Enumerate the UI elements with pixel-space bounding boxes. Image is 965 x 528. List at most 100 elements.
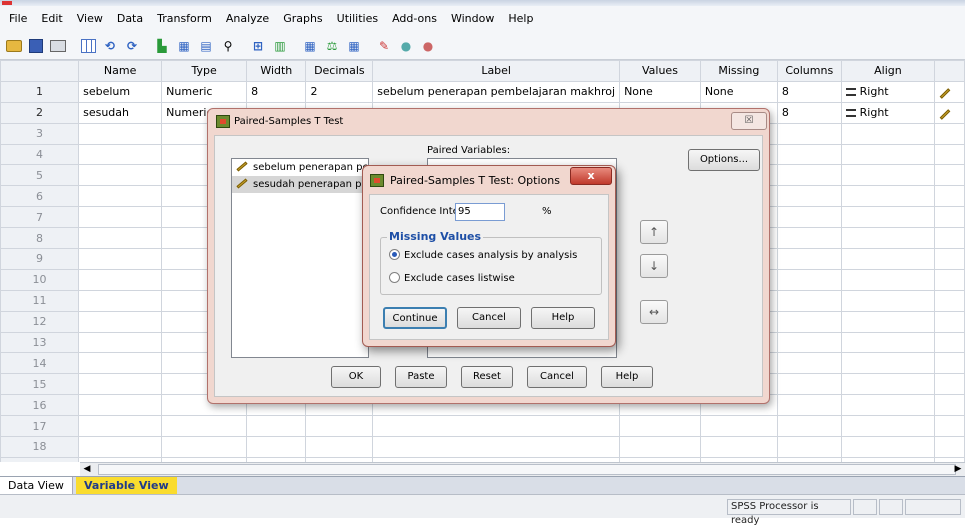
empty-cell[interactable] [161, 415, 248, 438]
cell-values[interactable]: None [619, 80, 701, 103]
empty-cell[interactable] [934, 206, 965, 229]
cell-measure[interactable] [934, 101, 965, 124]
empty-cell[interactable] [840, 185, 936, 208]
ok-button[interactable]: OK [331, 366, 381, 388]
cell-align[interactable]: Right [840, 101, 936, 124]
row-number[interactable]: 14 [0, 352, 80, 375]
variables-icon[interactable]: ▤ [196, 36, 216, 56]
empty-cell[interactable] [934, 436, 965, 458]
empty-cell[interactable] [78, 143, 163, 166]
row-number[interactable]: 12 [0, 310, 80, 333]
row-number[interactable]: 19 [0, 456, 80, 462]
empty-cell[interactable] [78, 206, 163, 229]
empty-cell[interactable] [840, 373, 936, 396]
split-file-icon[interactable]: ▦ [300, 36, 320, 56]
swap-icon[interactable]: ↔ [640, 300, 668, 324]
row-number[interactable]: 18 [0, 436, 80, 458]
empty-cell[interactable] [776, 331, 842, 354]
paste-button[interactable]: Paste [395, 366, 447, 388]
empty-cell[interactable] [699, 415, 778, 438]
empty-cell[interactable] [934, 415, 965, 438]
empty-cell[interactable] [934, 310, 965, 333]
empty-cell[interactable] [372, 436, 621, 458]
menu-graphs[interactable]: Graphs [276, 6, 329, 32]
exclude-analysis-radio[interactable]: Exclude cases analysis by analysis [389, 249, 577, 261]
empty-cell[interactable] [161, 436, 248, 458]
menu-transform[interactable]: Transform [150, 6, 219, 32]
cell-name[interactable]: sesudah [78, 101, 163, 124]
row-number[interactable]: 16 [0, 394, 80, 417]
save-disk-icon[interactable] [26, 36, 46, 56]
cancel-button[interactable]: Cancel [457, 307, 521, 329]
tab-data-view[interactable]: Data View [0, 477, 73, 495]
col-header-label[interactable]: Label [372, 60, 621, 82]
row-number[interactable]: 9 [0, 248, 80, 270]
col-header-columns[interactable]: Columns [776, 60, 842, 82]
cell-label[interactable]: sebelum penerapan pembelajaran makhroj [372, 80, 621, 103]
menu-addons[interactable]: Add-ons [385, 6, 444, 32]
col-header-name[interactable]: Name [78, 60, 163, 82]
col-header-missing[interactable]: Missing [699, 60, 778, 82]
undo-icon[interactable]: ⟲ [100, 36, 120, 56]
empty-cell[interactable] [840, 268, 936, 291]
empty-cell[interactable] [776, 352, 842, 375]
menu-analyze[interactable]: Analyze [219, 6, 276, 32]
empty-cell[interactable] [840, 227, 936, 250]
empty-cell[interactable] [305, 436, 374, 458]
row-number[interactable]: 7 [0, 206, 80, 229]
empty-cell[interactable] [78, 310, 163, 333]
menu-edit[interactable]: Edit [34, 6, 69, 32]
insert-variable-icon[interactable]: ▥ [270, 36, 290, 56]
row-number[interactable]: 8 [0, 227, 80, 250]
dialog-recall-icon[interactable] [78, 36, 98, 56]
col-header-width[interactable]: Width [246, 60, 307, 82]
empty-cell[interactable] [934, 122, 965, 145]
empty-cell[interactable] [934, 289, 965, 312]
empty-cell[interactable] [840, 289, 936, 312]
confidence-interval-input[interactable]: 95 [455, 203, 505, 221]
row-number[interactable]: 5 [0, 164, 80, 187]
exclude-listwise-radio[interactable]: Exclude cases listwise [389, 272, 515, 284]
empty-cell[interactable] [776, 185, 842, 208]
cell-type[interactable]: Numeric [161, 80, 248, 103]
empty-cell[interactable] [776, 143, 842, 166]
row-number[interactable]: 3 [0, 122, 80, 145]
row-number[interactable]: 15 [0, 373, 80, 396]
move-down-icon[interactable]: ↓ [640, 254, 668, 278]
empty-cell[interactable] [246, 415, 307, 438]
insert-cases-icon[interactable]: ⊞ [248, 36, 268, 56]
empty-cell[interactable] [78, 227, 163, 250]
empty-cell[interactable] [934, 352, 965, 375]
empty-cell[interactable] [776, 436, 842, 458]
empty-cell[interactable] [840, 206, 936, 229]
empty-cell[interactable] [78, 289, 163, 312]
empty-cell[interactable] [78, 248, 163, 270]
empty-cell[interactable] [78, 394, 163, 417]
redo-icon[interactable]: ⟳ [122, 36, 142, 56]
cell-columns[interactable]: 8 [776, 80, 842, 103]
empty-cell[interactable] [776, 289, 842, 312]
menu-file[interactable]: File [2, 6, 34, 32]
empty-cell[interactable] [934, 185, 965, 208]
cell-width[interactable]: 8 [246, 80, 307, 103]
weight-cases-icon[interactable]: ⚖ [322, 36, 342, 56]
menu-view[interactable]: View [70, 6, 110, 32]
empty-cell[interactable] [840, 394, 936, 417]
empty-cell[interactable] [246, 436, 307, 458]
empty-cell[interactable] [776, 248, 842, 270]
continue-button[interactable]: Continue [383, 307, 447, 329]
empty-cell[interactable] [78, 122, 163, 145]
horizontal-scrollbar[interactable]: ◀ ▶ [80, 462, 965, 476]
row-number[interactable]: 10 [0, 268, 80, 291]
empty-cell[interactable] [776, 373, 842, 396]
empty-cell[interactable] [78, 415, 163, 438]
row-number[interactable]: 4 [0, 143, 80, 166]
scroll-right-icon[interactable]: ▶ [951, 463, 965, 476]
empty-cell[interactable] [776, 206, 842, 229]
empty-cell[interactable] [934, 164, 965, 187]
empty-cell[interactable] [840, 310, 936, 333]
empty-cell[interactable] [840, 436, 936, 458]
empty-cell[interactable] [776, 268, 842, 291]
empty-cell[interactable] [78, 185, 163, 208]
menu-utilities[interactable]: Utilities [330, 6, 385, 32]
